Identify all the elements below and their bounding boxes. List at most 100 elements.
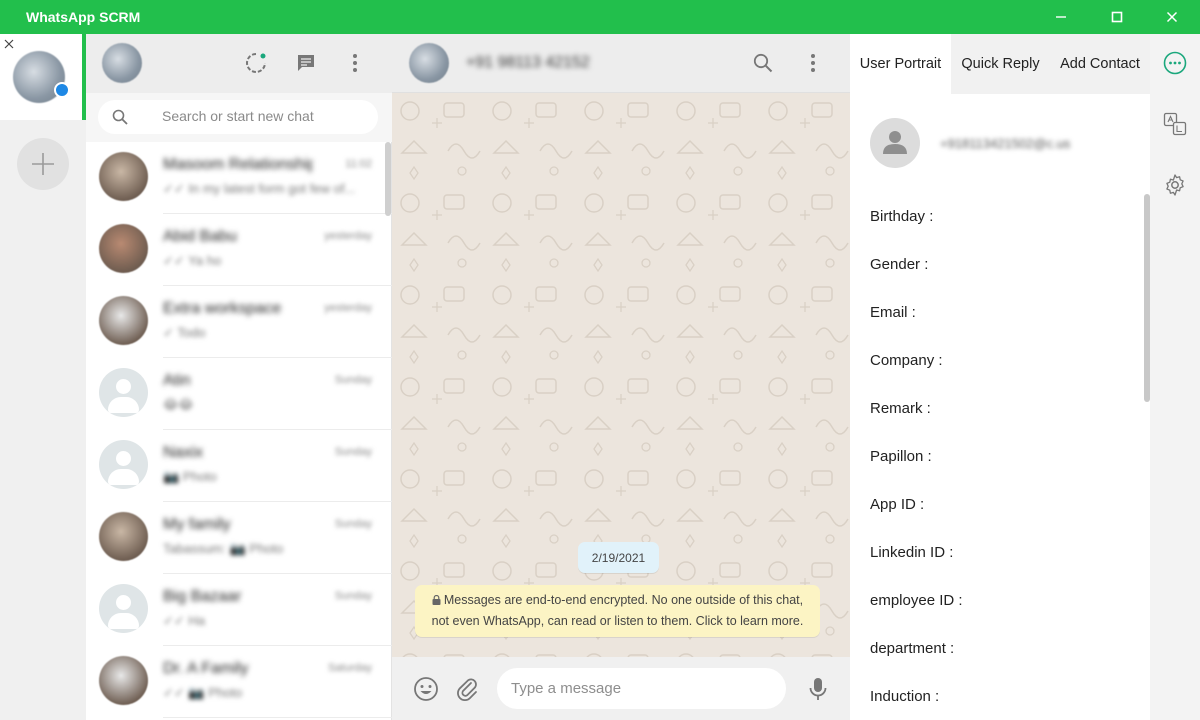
status-icon xyxy=(246,53,266,73)
conversation-menu-button[interactable] xyxy=(801,51,825,75)
message-input[interactable] xyxy=(511,680,771,697)
chat-row[interactable]: Naxix Sunday 📷 Photo xyxy=(86,430,392,502)
title-bar: WhatsApp SCRM xyxy=(0,0,1200,34)
chat-name: Dr. A Family xyxy=(163,660,249,677)
chat-avatar xyxy=(99,224,148,273)
chat-time: Saturday xyxy=(327,662,372,674)
plus-icon xyxy=(32,153,54,175)
chat-name: Masoom Relationship xyxy=(163,156,313,173)
sync-badge-icon xyxy=(54,82,70,98)
chat-list-menu-button[interactable] xyxy=(343,51,367,75)
chat-row[interactable]: My family Sunday Tabassum: 📷 Photo xyxy=(86,502,392,574)
chat-avatar xyxy=(99,512,148,561)
profile-field-label[interactable]: Birthday : xyxy=(870,208,933,225)
chat-avatar xyxy=(99,656,148,705)
chat-row-meta: Big Bazaar Sunday ✓✓ Ha xyxy=(163,574,392,646)
chat-row[interactable]: Abid Babu yesterday ✓✓ Ya ho xyxy=(86,214,392,286)
conversation-header[interactable]: +91 98113 42152 xyxy=(392,34,850,93)
more-vertical-icon xyxy=(811,54,815,72)
emoji-icon[interactable] xyxy=(413,676,439,702)
chat-row-meta: Atin Sunday 😂😂 xyxy=(163,358,392,430)
profile-field-label[interactable]: department : xyxy=(870,640,954,657)
chat-row-meta: Abid Babu yesterday ✓✓ Ya ho xyxy=(163,214,392,286)
chat-time: Sunday xyxy=(334,590,372,602)
chat-list-header xyxy=(86,34,392,93)
chat-row-meta: Masoom Relationship 11:02 ✓✓ In my latest … xyxy=(163,142,392,214)
profile-field-label[interactable]: Induction : xyxy=(870,688,939,705)
tab-quick-reply[interactable]: Quick Reply xyxy=(951,34,1050,94)
chat-list-scrollbar[interactable] xyxy=(385,142,391,216)
chat-preview: 📷 Photo xyxy=(163,469,217,484)
chat-row[interactable]: Dr. A Family Saturday ✓✓ 📷 Photo xyxy=(86,646,392,718)
search-input[interactable] xyxy=(162,108,362,124)
status-button[interactable] xyxy=(244,51,268,75)
more-options-icon[interactable] xyxy=(1163,51,1187,75)
profile-field-label[interactable]: Company : xyxy=(870,352,943,369)
gear-icon[interactable] xyxy=(1163,173,1187,197)
search-icon xyxy=(112,109,128,125)
chat-name: Extra workspace xyxy=(163,300,282,317)
chat-row-meta: Dr. A Family Saturday ✓✓ 📷 Photo xyxy=(163,646,392,718)
chat-name: Naxix xyxy=(163,444,204,461)
my-avatar[interactable] xyxy=(102,43,142,83)
minimize-button[interactable] xyxy=(1033,0,1089,34)
account-tile[interactable] xyxy=(0,34,82,120)
contact-avatar[interactable] xyxy=(409,43,449,83)
chat-row[interactable]: Big Bazaar Sunday ✓✓ Ha xyxy=(86,574,392,646)
microphone-icon[interactable] xyxy=(805,676,831,702)
add-account-button[interactable] xyxy=(17,138,69,190)
chat-preview: ✓✓ Ya ho xyxy=(163,253,222,268)
profile-field-label[interactable]: Linkedin ID : xyxy=(870,544,953,561)
profile-panel: User Portrait Quick Reply Add Contact +9… xyxy=(850,34,1150,720)
chat-preview: 😂😂 xyxy=(163,397,194,412)
chat-time: yesterday xyxy=(324,230,372,242)
message-box[interactable] xyxy=(497,668,786,709)
close-window-button[interactable] xyxy=(1144,0,1200,34)
account-rail xyxy=(0,34,86,720)
chat-time: Sunday xyxy=(334,446,372,458)
search-messages-button[interactable] xyxy=(751,51,775,75)
encryption-notice[interactable]: Messages are end-to-end encrypted. No on… xyxy=(415,585,820,637)
search-box[interactable] xyxy=(98,100,378,134)
date-chip: 2/19/2021 xyxy=(578,542,659,573)
chat-avatar xyxy=(99,440,148,489)
chat-time: 11:02 xyxy=(345,158,372,170)
profile-field-label[interactable]: Papillon : xyxy=(870,448,932,465)
chat-time: Sunday xyxy=(334,518,372,530)
contact-name: +91 98113 42152 xyxy=(466,54,590,71)
profile-field-label[interactable]: App ID : xyxy=(870,496,924,513)
profile-field-label[interactable]: employee ID : xyxy=(870,592,963,609)
profile-avatar xyxy=(870,118,920,168)
lock-icon xyxy=(432,595,441,605)
message-composer xyxy=(392,657,850,720)
chat-list-pane: Masoom Relationship 11:02 ✓✓ In my latest … xyxy=(86,34,392,720)
profile-field-label[interactable]: Remark : xyxy=(870,400,931,417)
maximize-button[interactable] xyxy=(1089,0,1145,34)
new-chat-button[interactable] xyxy=(294,51,318,75)
chat-preview: ✓✓ 📷 Photo xyxy=(163,685,243,700)
profile-field-label[interactable]: Email : xyxy=(870,304,916,321)
minimize-icon xyxy=(1056,16,1066,18)
chat-row[interactable]: Atin Sunday 😂😂 xyxy=(86,358,392,430)
chat-name: My family xyxy=(163,516,231,533)
chat-preview: ✓✓ In my latest form got few of... xyxy=(163,181,356,196)
chat-row[interactable]: Extra workspace yesterday ✓ Todo xyxy=(86,286,392,358)
close-account-icon[interactable] xyxy=(4,39,14,49)
tool-rail xyxy=(1150,34,1200,720)
chat-name: Abid Babu xyxy=(163,228,237,245)
encryption-notice-text: Messages are end-to-end encrypted. No on… xyxy=(431,593,804,628)
attach-icon[interactable] xyxy=(454,676,480,702)
app-title: WhatsApp SCRM xyxy=(26,9,141,25)
conversation-pane: +91 98113 42152 2/19/2021 Messages are e… xyxy=(392,34,850,720)
chat-avatar xyxy=(99,152,148,201)
tab-user-portrait[interactable]: User Portrait xyxy=(850,34,951,94)
chat-name: Big Bazaar xyxy=(163,588,242,605)
tab-add-contact[interactable]: Add Contact xyxy=(1050,34,1150,94)
contact-id: +918113421502@c.us xyxy=(940,136,1071,151)
chat-row-meta: Extra workspace yesterday ✓ Todo xyxy=(163,286,392,358)
profile-field-label[interactable]: Gender : xyxy=(870,256,928,273)
chat-preview: Tabassum: 📷 Photo xyxy=(163,541,284,556)
translate-icon[interactable] xyxy=(1163,112,1187,136)
chat-time: Sunday xyxy=(334,374,372,386)
chat-row[interactable]: Masoom Relationship 11:02 ✓✓ In my latest … xyxy=(86,142,392,214)
